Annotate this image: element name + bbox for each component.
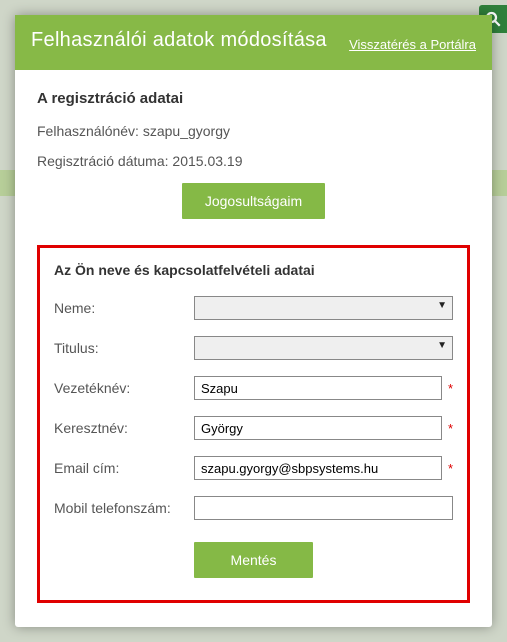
label-title: Titulus:	[54, 340, 194, 356]
label-lastname: Vezetéknév:	[54, 380, 194, 396]
row-lastname: Vezetéknév: *	[54, 376, 453, 400]
input-mobile[interactable]	[194, 496, 453, 520]
required-star: *	[448, 461, 453, 476]
regdate-line: Regisztráció dátuma: 2015.03.19	[37, 153, 470, 169]
user-profile-modal: Felhasználói adatok módosítása Visszatér…	[15, 15, 492, 627]
contact-heading: Az Ön neve és kapcsolatfelvételi adatai	[54, 262, 453, 278]
required-star: *	[448, 381, 453, 396]
required-star: *	[448, 421, 453, 436]
regdate-value: 2015.03.19	[172, 153, 242, 169]
input-title[interactable]	[194, 336, 453, 360]
modal-header: Felhasználói adatok módosítása Visszatér…	[15, 15, 492, 70]
row-firstname: Keresztnév: *	[54, 416, 453, 440]
username-value: szapu_gyorgy	[143, 123, 230, 139]
label-mobile: Mobil telefonszám:	[54, 500, 194, 516]
row-gender: Neme:	[54, 296, 453, 320]
input-firstname[interactable]	[194, 416, 442, 440]
label-gender: Neme:	[54, 300, 194, 316]
label-email: Email cím:	[54, 460, 194, 476]
input-email[interactable]	[194, 456, 442, 480]
registration-heading: A regisztráció adatai	[37, 90, 470, 107]
row-mobile: Mobil telefonszám:	[54, 496, 453, 520]
save-button[interactable]: Mentés	[194, 542, 314, 578]
modal-body: A regisztráció adatai Felhasználónév: sz…	[15, 70, 492, 627]
permissions-button[interactable]: Jogosultságaim	[182, 183, 325, 219]
back-to-portal-link[interactable]: Visszatérés a Portálra	[349, 37, 476, 52]
row-email: Email cím: *	[54, 456, 453, 480]
username-line: Felhasználónév: szapu_gyorgy	[37, 123, 470, 139]
row-title: Titulus:	[54, 336, 453, 360]
regdate-label: Regisztráció dátuma:	[37, 153, 172, 169]
label-firstname: Keresztnév:	[54, 420, 194, 436]
contact-details-box: Az Ön neve és kapcsolatfelvételi adatai …	[37, 245, 470, 603]
username-label: Felhasználónév:	[37, 123, 143, 139]
input-lastname[interactable]	[194, 376, 442, 400]
modal-title: Felhasználói adatok módosítása	[31, 29, 327, 52]
input-gender[interactable]	[194, 296, 453, 320]
